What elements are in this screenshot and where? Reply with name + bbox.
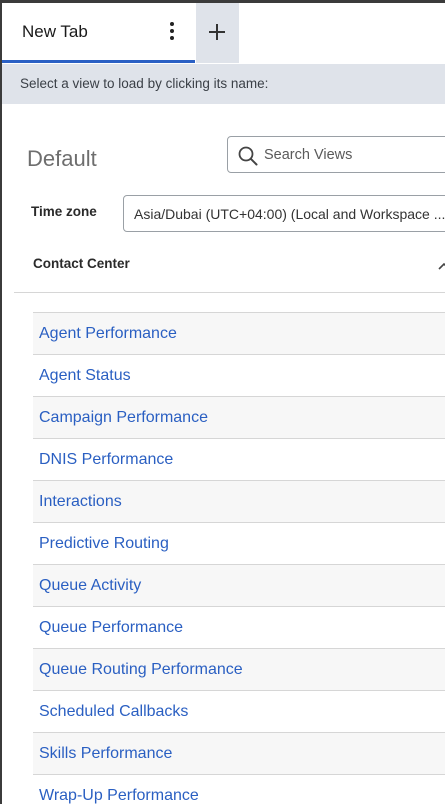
tab-new-tab[interactable]: New Tab xyxy=(2,3,195,63)
search-input[interactable] xyxy=(264,137,445,172)
list-item[interactable]: Predictive Routing xyxy=(33,522,445,564)
view-link[interactable]: Campaign Performance xyxy=(39,409,208,427)
section-title: Contact Center xyxy=(33,256,130,271)
add-tab-button[interactable] xyxy=(196,3,239,63)
view-link[interactable]: Skills Performance xyxy=(39,745,172,763)
view-link[interactable]: Agent Status xyxy=(39,367,131,385)
tab-strip: New Tab xyxy=(2,3,445,63)
tab-label: New Tab xyxy=(22,22,88,41)
instruction-bar: Select a view to load by clicking its na… xyxy=(2,64,445,104)
search-icon xyxy=(238,146,258,166)
view-link[interactable]: Queue Routing Performance xyxy=(39,661,243,679)
list-item[interactable]: Queue Performance xyxy=(33,606,445,648)
list-item[interactable]: Campaign Performance xyxy=(33,396,445,438)
list-item[interactable]: Queue Activity xyxy=(33,564,445,606)
instruction-text: Select a view to load by clicking its na… xyxy=(20,76,269,91)
view-link[interactable]: Scheduled Callbacks xyxy=(39,703,188,721)
view-link[interactable]: DNIS Performance xyxy=(39,451,173,469)
section-header-contact-center[interactable]: Contact Center xyxy=(14,250,445,293)
list-item[interactable]: Interactions xyxy=(33,480,445,522)
search-box[interactable] xyxy=(227,136,445,173)
list-item[interactable]: Wrap-Up Performance xyxy=(33,774,445,804)
timezone-label: Time zone xyxy=(31,204,97,219)
view-link[interactable]: Wrap-Up Performance xyxy=(39,787,199,804)
page-title: Default xyxy=(27,146,97,171)
view-list: Agent Performance Agent Status Campaign … xyxy=(33,312,445,804)
list-item[interactable]: Agent Performance xyxy=(33,312,445,354)
list-item[interactable]: DNIS Performance xyxy=(33,438,445,480)
list-item[interactable]: Skills Performance xyxy=(33,732,445,774)
chevron-up-icon[interactable] xyxy=(438,260,445,272)
window-left-border xyxy=(0,0,2,804)
timezone-value: Asia/Dubai (UTC+04:00) (Local and Worksp… xyxy=(134,206,445,222)
view-link[interactable]: Predictive Routing xyxy=(39,535,169,553)
app-frame: New Tab Select a view to load by clickin… xyxy=(0,0,445,804)
list-item[interactable]: Agent Status xyxy=(33,354,445,396)
list-item[interactable]: Queue Routing Performance xyxy=(33,648,445,690)
view-link[interactable]: Interactions xyxy=(39,493,122,511)
kebab-menu-icon[interactable] xyxy=(162,19,182,43)
view-link[interactable]: Queue Activity xyxy=(39,577,141,595)
list-item[interactable]: Scheduled Callbacks xyxy=(33,690,445,732)
view-link[interactable]: Queue Performance xyxy=(39,619,183,637)
view-link[interactable]: Agent Performance xyxy=(39,325,177,343)
timezone-select[interactable]: Asia/Dubai (UTC+04:00) (Local and Worksp… xyxy=(123,195,445,232)
